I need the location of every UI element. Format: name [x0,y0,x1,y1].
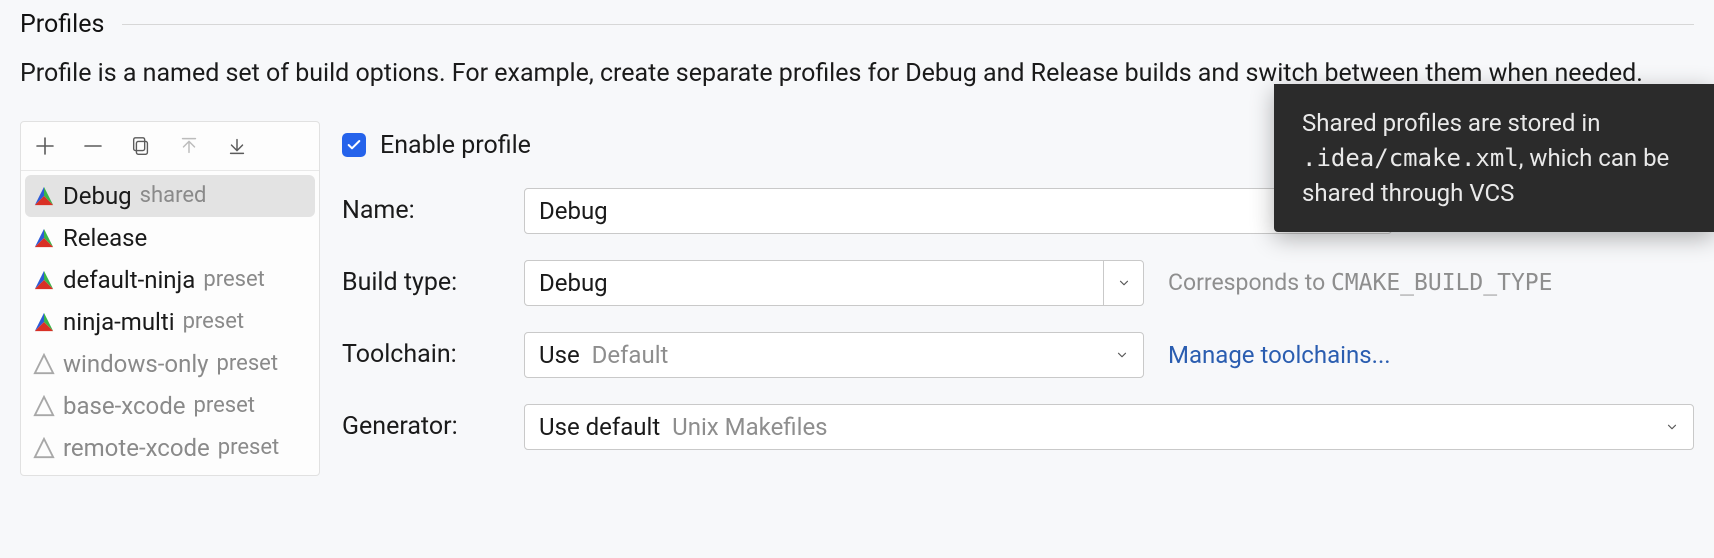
generator-select[interactable]: Use default Unix Makefiles [524,404,1694,450]
profile-tag: shared [140,183,207,208]
enable-profile-label: Enable profile [380,131,531,160]
profile-name: default-ninja [63,266,195,294]
profile-name: Debug [63,182,132,210]
minus-icon [81,134,105,158]
chevron-down-icon [1115,348,1129,362]
profile-name: remote-xcode [63,434,210,462]
toolchain-value: Default [592,341,669,369]
profiles-section: Profiles Profile is a named set of build… [0,0,1714,476]
cmake-icon [33,437,55,459]
cmake-icon [33,311,55,333]
cmake-icon [33,227,55,249]
toolchain-prefix: Use [539,341,580,369]
section-title: Profiles [20,10,122,39]
profiles-toolbar [21,122,319,171]
generator-prefix: Use default [539,413,660,441]
cmake-icon [33,395,55,417]
profile-item-debug[interactable]: Debug shared [25,175,315,217]
profile-item-remote-xcode[interactable]: remote-xcode preset [25,427,315,469]
move-down-button[interactable] [223,132,251,160]
enable-profile-checkbox[interactable] [342,133,366,157]
profile-name: base-xcode [63,392,185,420]
name-label: Name: [342,196,524,225]
copy-icon [130,135,152,157]
copy-profile-button[interactable] [127,132,155,160]
check-icon [346,137,362,153]
move-up-button[interactable] [175,132,203,160]
profile-item-release[interactable]: Release [25,217,315,259]
profile-item-windows-only[interactable]: windows-only preset [25,343,315,385]
section-header: Profiles [20,10,1694,39]
profile-tag: preset [183,309,245,334]
build-type-label: Build type: [342,268,524,297]
profile-tag: preset [217,351,279,376]
generator-row: Generator: Use default Unix Makefiles [342,404,1694,450]
profile-name: Release [63,224,147,252]
manage-toolchains-link[interactable]: Manage toolchains... [1168,341,1391,369]
generator-value: Unix Makefiles [672,413,827,441]
profile-item-ninja-multi[interactable]: ninja-multi preset [25,301,315,343]
profile-tag: preset [218,435,280,460]
toolchain-row: Toolchain: Use Default Manage toolchains… [342,332,1694,378]
profile-name: ninja-multi [63,308,175,336]
cmake-icon [33,269,55,291]
generator-label: Generator: [342,412,524,441]
build-type-select[interactable]: Debug [524,260,1144,306]
add-profile-button[interactable] [31,132,59,160]
name-input[interactable]: Debug [524,188,1392,234]
remove-profile-button[interactable] [79,132,107,160]
profile-tag: preset [193,393,255,418]
cmake-icon [33,185,55,207]
build-type-row: Build type: Debug Corresponds to CMAKE_B… [342,260,1694,306]
share-tooltip: Shared profiles are stored in .idea/cmak… [1274,84,1714,232]
profile-item-base-xcode[interactable]: base-xcode preset [25,385,315,427]
name-value: Debug [539,197,608,225]
toolchain-label: Toolchain: [342,340,524,369]
plus-icon [33,134,57,158]
build-type-hint: Corresponds to CMAKE_BUILD_TYPE [1168,269,1553,296]
chevron-down-icon [1665,420,1679,434]
cmake-icon [33,353,55,375]
toolchain-select[interactable]: Use Default [524,332,1144,378]
profiles-sidebar: Debug shared Release default-ninja prese… [20,121,320,476]
profile-list: Debug shared Release default-ninja prese… [21,171,319,473]
chevron-down-icon [1117,276,1131,290]
section-divider [122,24,1694,25]
profile-tag: preset [203,267,265,292]
arrow-down-icon [226,135,248,157]
arrow-up-icon [178,135,200,157]
build-type-value: Debug [539,269,608,297]
profile-name: windows-only [63,350,209,378]
profile-item-default-ninja[interactable]: default-ninja preset [25,259,315,301]
